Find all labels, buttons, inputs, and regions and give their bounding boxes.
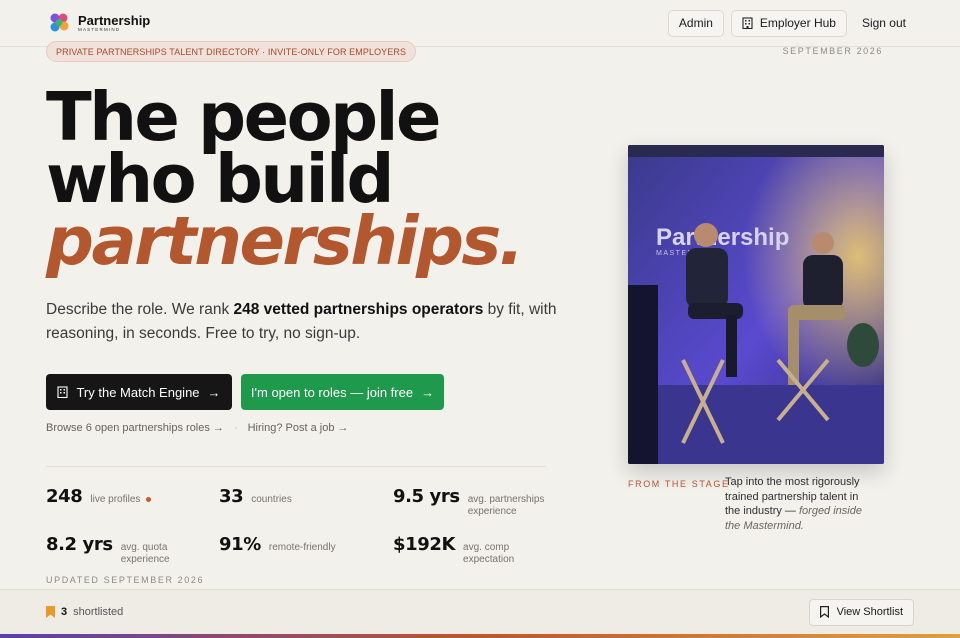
arrow-right-icon: → [207,384,221,400]
stat-value: 91% [219,534,261,555]
employer-hub-button[interactable]: Employer Hub [730,9,847,37]
match-engine-button[interactable]: Try the Match Engine → [46,374,232,410]
headline-line-1: The people [46,78,441,156]
shortlist-count: 3 shortlisted [46,606,123,618]
stat-countries: 33 countries [219,486,292,507]
building-icon [57,386,69,398]
stat-label: countries [251,494,292,505]
admin-button[interactable]: Admin [667,9,724,37]
shortlist-number: 3 [61,606,68,618]
join-free-label: I'm open to roles — join free [250,384,414,400]
secondary-links: Browse 6 open partnerships roles → · Hir… [46,422,349,434]
cta-row: Try the Match Engine → I'm open to roles… [46,374,444,410]
stat-remote-friendly: 91% remote-friendly [219,534,336,555]
stat-label: avg. comp expectation [463,542,515,565]
employer-hub-label: Employer Hub [759,16,836,30]
sign-out-link[interactable]: Sign out [854,16,914,30]
hero-lede: Describe the role. We rank 248 vetted pa… [46,298,566,346]
stat-value: 8.2 yrs [46,534,113,555]
stat-label: live profiles [90,494,152,506]
shortlist-label: shortlisted [73,606,124,618]
headline-line-2: who build [46,140,394,218]
view-shortlist-label: View Shortlist [836,606,903,618]
from-stage-label: FROM THE STAGE [628,479,730,489]
svg-text:Partnership: Partnership [656,224,789,251]
updated-date: UPDATED SEPTEMBER 2026 [46,575,205,585]
stat-value: 248 [46,486,83,507]
lede-bold: 248 vetted partnerships operators [233,301,484,318]
stats-divider [46,466,546,467]
stat-value: 33 [219,486,244,507]
join-free-button[interactable]: I'm open to roles — join free → [241,374,444,410]
stat-value: $192K [393,534,456,555]
browse-roles-link[interactable]: Browse 6 open partnerships roles → [46,422,224,434]
directory-pill: PRIVATE PARTNERSHIPS TALENT DIRECTORY · … [46,41,417,62]
brand-subtitle: MASTERMIND [78,26,121,32]
arrow-right-icon: → [421,384,435,400]
match-engine-label: Try the Match Engine [76,384,200,400]
photo-caption: Tap into the most rigorously trained par… [725,475,875,533]
post-job-link[interactable]: Hiring? Post a job → [248,422,349,434]
bottom-gradient-bar [0,634,960,638]
stat-value: 9.5 yrs [393,486,460,507]
stat-partnerships-experience: 9.5 yrs avg. partnerships experience [393,486,560,518]
stat-live-profiles: 248 live profiles [46,486,152,507]
top-header: Partnership MASTERMIND Admin Employer Hu… [0,0,960,47]
stat-comp-expectation: $192K avg. comp expectation [393,534,535,566]
logo-mark-icon [50,13,69,32]
stage-photo: Partnership MASTERMIND [628,145,884,464]
headline-accent: partnerships. [46,202,524,280]
hero-headline: The people who build partnerships. [46,78,524,280]
stat-label: avg. partnerships experience [467,494,545,517]
separator-dot: · [233,422,238,434]
stat-quota-experience: 8.2 yrs avg. quota experience [46,534,183,566]
stage-photo-illustration: Partnership MASTERMIND [628,145,884,464]
stat-label: avg. quota experience [120,542,170,565]
top-nav: Admin Employer Hub Sign out [667,9,914,37]
live-indicator-icon [146,496,152,502]
issue-date: SEPTEMBER 2026 [782,46,883,56]
bookmark-outline-icon [819,606,829,618]
stat-label: remote-friendly [268,542,336,553]
view-shortlist-button[interactable]: View Shortlist [808,598,914,626]
brand-name: Partnership [78,12,151,28]
building-icon [742,17,753,29]
brand-logo[interactable]: Partnership MASTERMIND [46,10,150,36]
shortlist-bar: 3 shortlisted View Shortlist [0,589,960,634]
admin-label: Admin [678,16,713,30]
bookmark-icon [46,606,55,618]
lede-pre: Describe the role. We rank [46,301,234,318]
